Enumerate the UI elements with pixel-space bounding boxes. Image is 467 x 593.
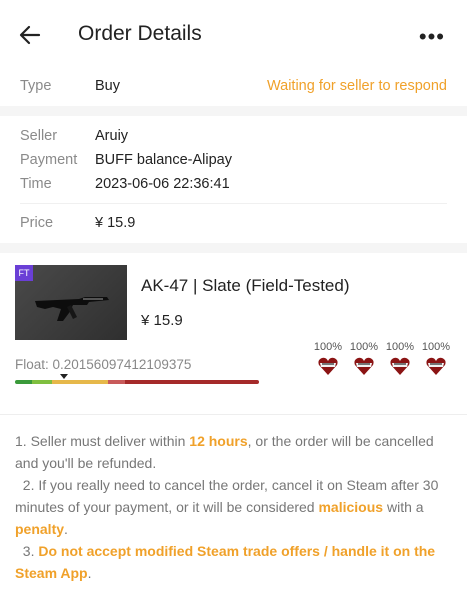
float-pointer-icon <box>60 374 69 379</box>
sticker-icon <box>318 357 338 375</box>
item-price: ¥ 15.9 <box>141 312 183 329</box>
wear-segment-bs <box>124 380 259 384</box>
note-highlight: Do not accept modified Steam trade offer… <box>15 543 436 581</box>
section-divider <box>0 414 467 415</box>
sticker-slot[interactable]: 100% <box>420 341 452 376</box>
wear-segment-mw <box>32 380 52 384</box>
float-label: Float: <box>15 357 53 372</box>
section-divider <box>0 106 467 116</box>
sticker-wear-percent: 100% <box>385 341 415 353</box>
sticker-icon <box>390 357 410 375</box>
price-label: Price <box>20 215 54 231</box>
note-1: 1. Seller must deliver within 12 hours, … <box>15 430 455 474</box>
note-3: 3. Do not accept modified Steam trade of… <box>15 540 455 584</box>
note-highlight: malicious <box>318 499 384 515</box>
price-value: ¥ 15.9 <box>95 215 136 231</box>
type-value: Buy <box>95 78 120 94</box>
sticker-icon <box>354 357 374 375</box>
type-label: Type <box>20 78 52 94</box>
sticker-wear-percent: 100% <box>421 341 451 353</box>
wear-badge: FT <box>15 265 33 281</box>
page-title: Order Details <box>78 22 202 45</box>
section-divider <box>0 243 467 253</box>
payment-value: BUFF balance-Alipay <box>95 152 232 168</box>
order-notes: 1. Seller must deliver within 12 hours, … <box>15 430 455 584</box>
wear-segment-fn <box>15 380 33 384</box>
note-text: . <box>87 565 92 581</box>
payment-label: Payment <box>20 152 78 168</box>
seller-label: Seller <box>20 128 58 144</box>
note-text: 1. Seller must deliver within <box>15 433 190 449</box>
sticker-wear-percent: 100% <box>313 341 343 353</box>
item-name[interactable]: AK-47 | Slate (Field-Tested) <box>141 276 350 296</box>
note-2: 2. If you really need to cancel the orde… <box>15 474 455 540</box>
sticker-wear-percent: 100% <box>349 341 379 353</box>
time-label: Time <box>20 176 52 192</box>
divider <box>20 203 447 204</box>
item-image[interactable]: FT <box>15 265 127 340</box>
ak47-icon <box>35 297 109 321</box>
float-value: 0.20156097412109375 <box>52 357 192 372</box>
back-arrow-icon[interactable] <box>18 23 42 47</box>
note-highlight: penalty <box>15 521 65 537</box>
seller-value: Aruiy <box>95 128 129 144</box>
order-status: Waiting for seller to respond <box>267 78 447 94</box>
header-bar: Order Details ••• <box>0 0 467 70</box>
more-options-icon[interactable]: ••• <box>419 24 445 50</box>
float-readout: Float: 0.20156097412109375 <box>15 357 191 372</box>
note-text: with a <box>383 499 424 515</box>
sticker-slot[interactable]: 100% <box>312 341 344 376</box>
sticker-slot[interactable]: 100% <box>384 341 416 376</box>
wear-segment-ww <box>107 380 125 384</box>
note-text: . <box>64 521 68 537</box>
wear-segment-ft <box>51 380 108 384</box>
sticker-icon <box>426 357 446 375</box>
sticker-slot[interactable]: 100% <box>348 341 380 376</box>
wear-bar <box>15 380 259 384</box>
note-text: 3. <box>15 543 39 559</box>
note-highlight: 12 hours <box>189 433 248 449</box>
time-value: 2023-06-06 22:36:41 <box>95 176 230 192</box>
